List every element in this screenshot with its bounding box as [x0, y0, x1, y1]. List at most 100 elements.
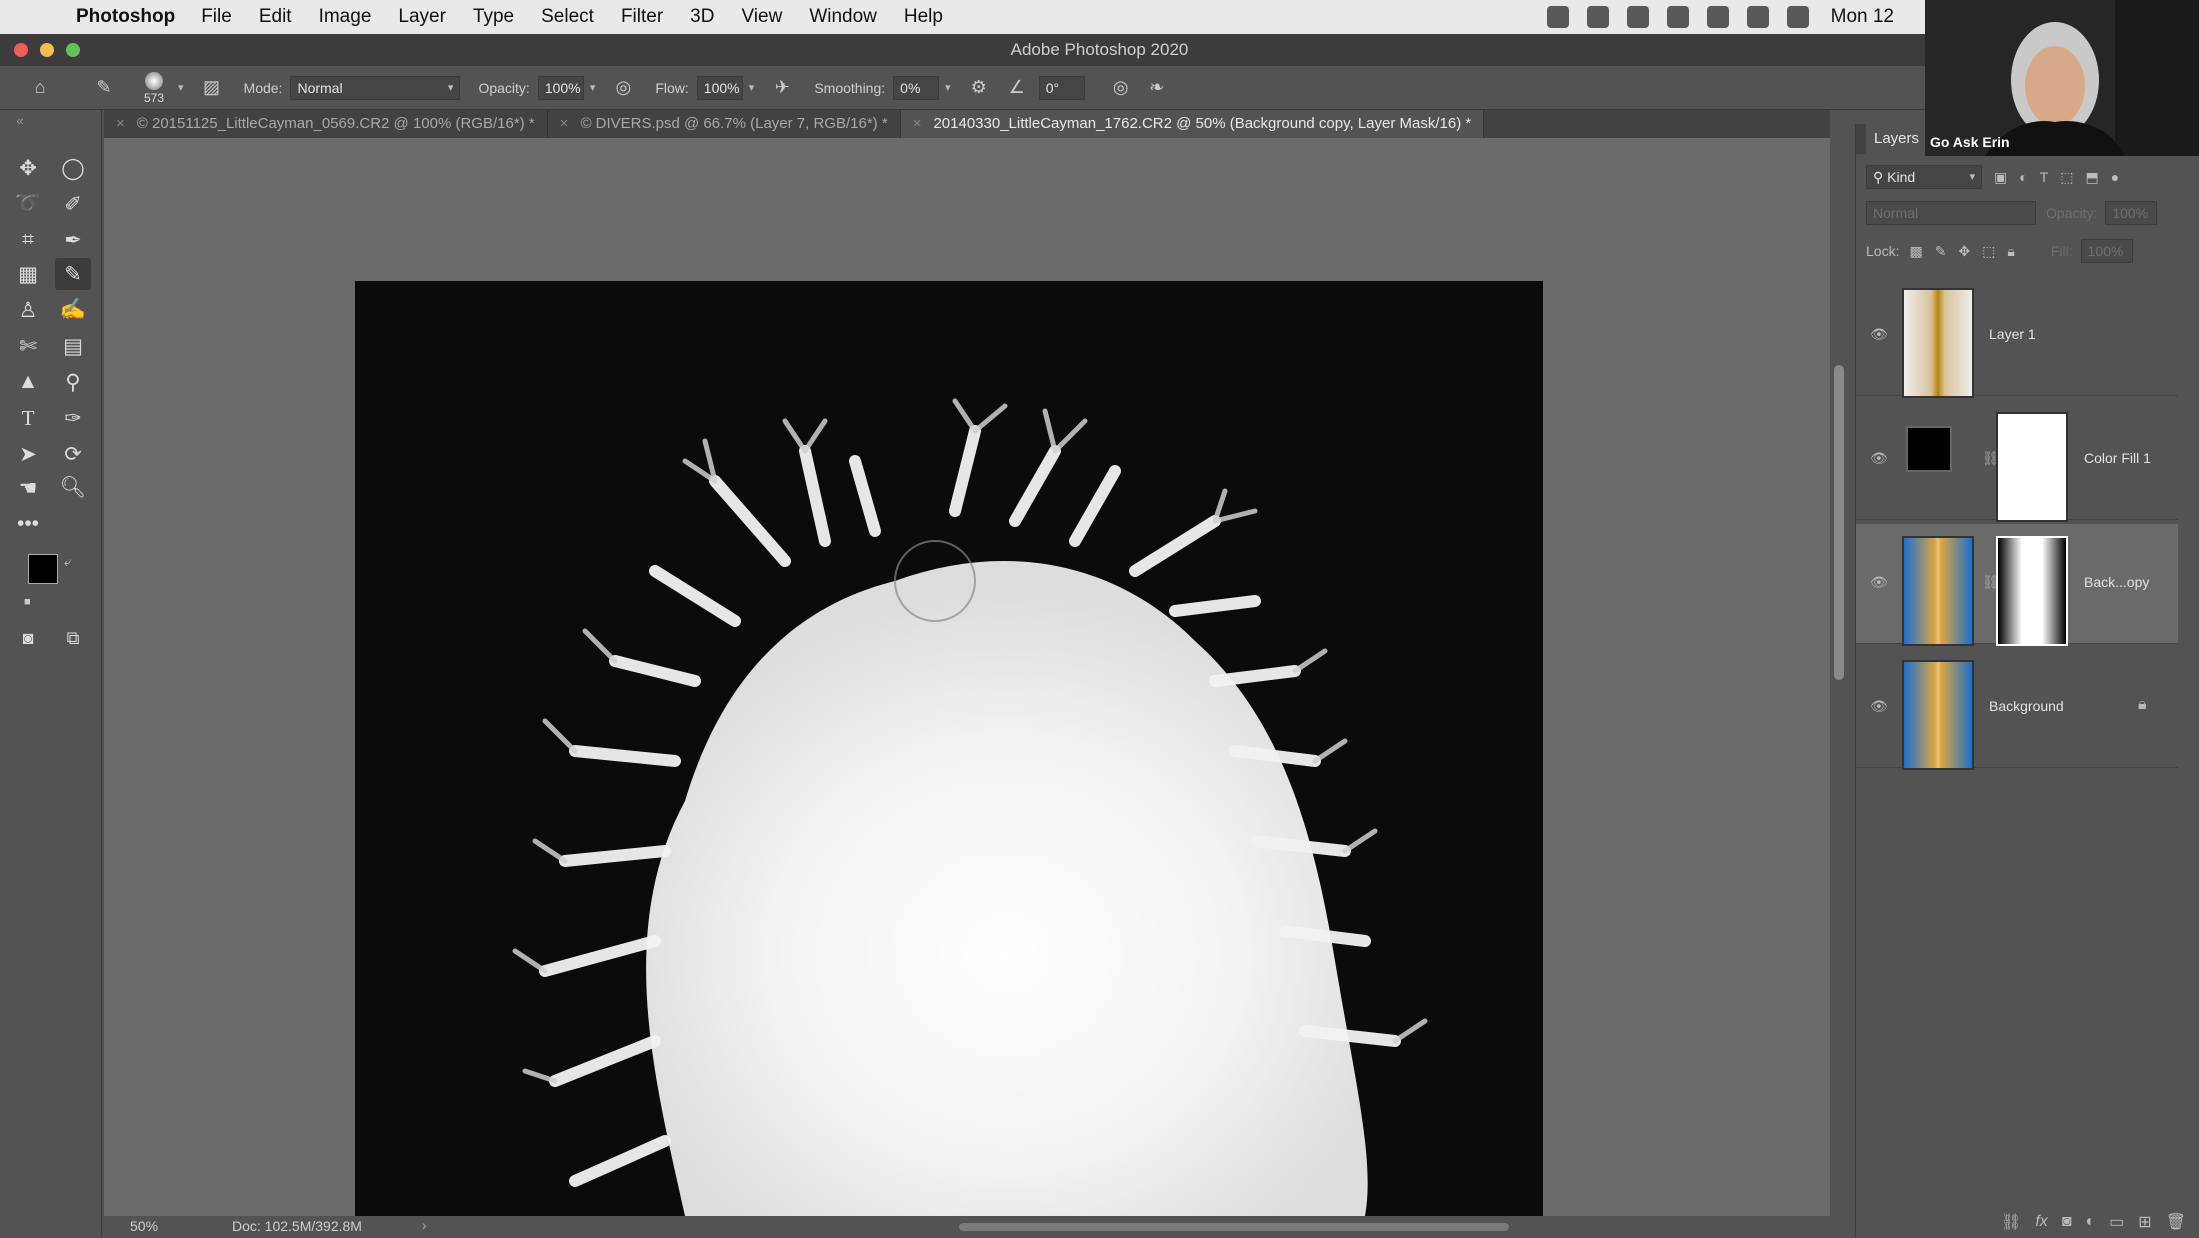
quick-selection-tool-icon[interactable]: ✐ [55, 188, 91, 220]
layer-style-fx-icon[interactable]: fx [2035, 1213, 2047, 1231]
layer-name[interactable]: Background [1989, 698, 2064, 714]
menu-view[interactable]: View [741, 6, 782, 28]
layer-thumbnail[interactable] [1902, 660, 1974, 770]
zoom-tool-icon[interactable]: 🔍︎ [55, 472, 91, 504]
lasso-tool-icon[interactable]: ➰ [10, 188, 46, 220]
brush-preset-icon[interactable]: ✎ [90, 74, 118, 102]
flow-chevron-icon[interactable]: ▾ [749, 81, 755, 94]
hand-tool-icon[interactable]: ☚ [10, 472, 46, 504]
zoom-window-button[interactable] [66, 43, 80, 57]
default-colors-icon[interactable]: ■ [24, 596, 31, 608]
doc-size[interactable]: Doc: 102.5M/392.8M [232, 1218, 362, 1234]
pressure-size-icon[interactable]: ◎ [1107, 74, 1135, 102]
menubar-clock[interactable]: Mon 12 [1831, 6, 1894, 28]
link-layers-icon[interactable]: ⛓︎ [2001, 1212, 2021, 1232]
document-canvas[interactable] [355, 281, 1543, 1216]
rotate-view-tool-icon[interactable]: ⟳ [55, 438, 91, 470]
canvas-area[interactable] [104, 138, 1830, 1216]
creative-cloud-icon[interactable] [1586, 6, 1609, 28]
pen-tool-icon[interactable]: ✑ [55, 402, 91, 434]
filter-type-icon[interactable]: T [2040, 169, 2049, 185]
volume-icon[interactable] [1786, 6, 1809, 28]
smoothing-settings-gear-icon[interactable]: ⚙ [965, 74, 993, 102]
mode-select[interactable]: Normal ▾ [290, 75, 461, 100]
smoothing-field[interactable]: 0% [893, 75, 940, 100]
lock-position-icon[interactable]: ✥ [1958, 243, 1970, 260]
eraser-tool-icon[interactable]: ✄ [10, 330, 46, 362]
visibility-eye-icon[interactable]: 👁︎ [1870, 450, 1890, 466]
layer-thumbnail[interactable] [1902, 288, 1974, 398]
elliptical-marquee-tool-icon[interactable]: ◯ [55, 152, 91, 184]
menu-layer[interactable]: Layer [398, 6, 446, 28]
menu-help[interactable]: Help [904, 6, 943, 28]
layer-name[interactable]: Layer 1 [1989, 326, 2036, 342]
new-layer-icon[interactable]: ⊞ [2138, 1212, 2151, 1232]
flow-field[interactable]: 100% [696, 75, 743, 100]
layer-row[interactable]: 👁︎ Layer 1 [1856, 276, 2178, 398]
menu-3d[interactable]: 3D [690, 6, 714, 28]
layer-thumbnail[interactable] [1902, 536, 1974, 646]
filter-toggle-icon[interactable]: ● [2111, 169, 2119, 185]
frame-tool-icon[interactable]: ▦ [10, 258, 46, 290]
layer-mask-thumbnail[interactable] [1996, 536, 2068, 646]
history-brush-tool-icon[interactable]: ✍ [55, 294, 91, 326]
layer-opacity-field[interactable]: 100% [2105, 201, 2158, 225]
close-tab-icon[interactable]: × [116, 115, 125, 132]
menu-file[interactable]: File [201, 6, 232, 28]
swap-colors-icon[interactable]: ⤶ [64, 554, 71, 570]
more-tools-icon[interactable]: ••• [10, 508, 46, 540]
menu-image[interactable]: Image [319, 6, 372, 28]
path-selection-tool-icon[interactable]: ➤ [10, 438, 46, 470]
foreground-color-swatch[interactable] [28, 554, 58, 584]
menu-select[interactable]: Select [541, 6, 594, 28]
menu-filter[interactable]: Filter [621, 6, 663, 28]
dodge-tool-icon[interactable]: ⚲ [55, 366, 91, 398]
close-window-button[interactable] [14, 43, 28, 57]
status-icon[interactable] [1546, 6, 1569, 28]
home-icon[interactable]: ⌂ [26, 74, 54, 102]
minimize-window-button[interactable] [40, 43, 54, 57]
fill-field[interactable]: 100% [2080, 239, 2133, 263]
type-tool-icon[interactable]: T [10, 402, 46, 434]
layer-filter-kind-select[interactable]: ⚲ Kind ▾ [1866, 165, 1982, 189]
smoothing-chevron-icon[interactable]: ▾ [945, 81, 951, 94]
layer-name[interactable]: Back...opy [2084, 574, 2149, 590]
visibility-eye-icon[interactable]: 👁︎ [1870, 574, 1890, 590]
layers-tab[interactable]: Layers [1866, 124, 1928, 154]
collapse-panel-icon[interactable]: « [10, 112, 30, 128]
filter-adjustment-icon[interactable]: ◐ [2019, 169, 2027, 185]
close-tab-icon[interactable]: × [913, 115, 922, 132]
brush-settings-icon[interactable]: ▨ [198, 74, 226, 102]
vertical-scrollbar[interactable] [1834, 365, 1844, 680]
brush-tool-icon[interactable]: ✎ [55, 258, 91, 290]
delete-layer-trash-icon[interactable]: 🗑︎ [2166, 1212, 2186, 1232]
brush-size-chevron-icon[interactable]: ▾ [178, 81, 184, 94]
layer-mask-thumbnail[interactable] [1996, 412, 2068, 522]
layer-row-selected[interactable]: 👁︎ ⛓︎ Back...opy [1856, 524, 2178, 646]
horizontal-scrollbar[interactable] [959, 1223, 1509, 1231]
airbrush-icon[interactable]: ✈ [768, 74, 796, 102]
status-menu-chevron-icon[interactable]: › [422, 1217, 427, 1233]
add-mask-icon[interactable]: ◙ [2062, 1213, 2072, 1231]
move-tool-icon[interactable]: ✥ [10, 152, 46, 184]
menu-type[interactable]: Type [473, 6, 514, 28]
angle-field[interactable]: 0° [1038, 75, 1085, 100]
apple-menu-icon[interactable] [30, 5, 54, 29]
mail-icon[interactable] [1706, 6, 1729, 28]
filter-pixel-icon[interactable]: ▣ [1994, 169, 2007, 186]
lock-transparent-icon[interactable]: ▩ [1909, 243, 1922, 260]
layer-name[interactable]: Color Fill 1 [2084, 450, 2151, 466]
document-tab-active[interactable]: × 20140330_LittleCayman_1762.CR2 @ 50% (B… [900, 110, 1485, 138]
clone-stamp-tool-icon[interactable]: ♙ [10, 294, 46, 326]
menu-edit[interactable]: Edit [259, 6, 292, 28]
symmetry-butterfly-icon[interactable]: ❧ [1143, 74, 1171, 102]
onepassword-icon[interactable] [1626, 6, 1649, 28]
layer-row[interactable]: 👁︎ Background 🔒︎ [1856, 648, 2178, 770]
blur-tool-icon[interactable]: ▲ [10, 366, 46, 398]
lock-artboard-icon[interactable]: ⬚ [1982, 243, 1995, 260]
document-tab[interactable]: × © 20151125_LittleCayman_0569.CR2 @ 100%… [104, 110, 548, 138]
zoom-level[interactable]: 50% [130, 1218, 158, 1234]
new-group-folder-icon[interactable]: ▭ [2109, 1212, 2124, 1232]
close-tab-icon[interactable]: × [560, 115, 569, 132]
wifi-icon[interactable] [1746, 6, 1769, 28]
